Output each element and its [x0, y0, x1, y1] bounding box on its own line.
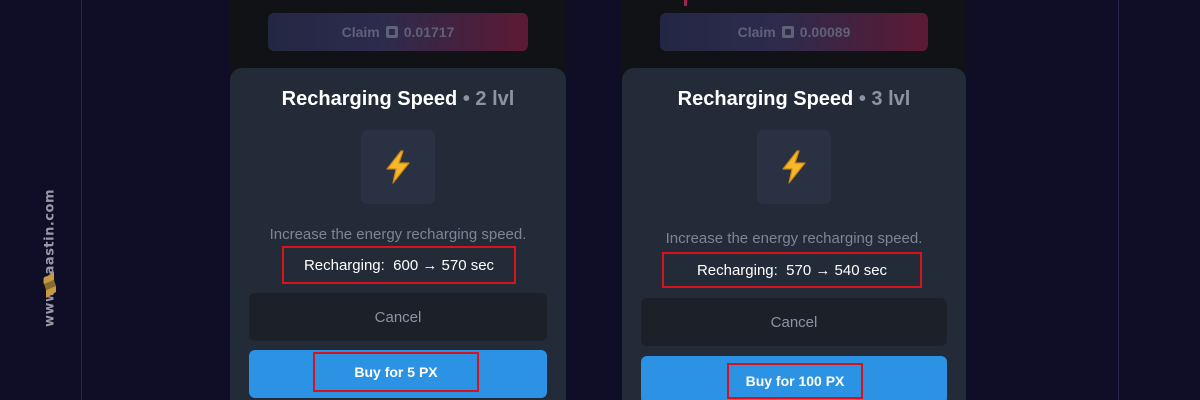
upgrade-name: Recharging Speed	[677, 88, 854, 110]
claim-amount: 0.00089	[799, 24, 851, 40]
coin-icon	[385, 26, 398, 38]
watermark: www.Raastin.com	[30, 120, 70, 327]
divider-line	[81, 0, 82, 400]
claim-amount: 0.01717	[403, 24, 455, 40]
decoration	[684, 0, 687, 6]
watermark-text: www.Raastin.com	[42, 189, 58, 327]
buy-button[interactable]: Buy for 100 PX	[641, 356, 947, 400]
buy-button-label: Buy for 100 PX	[727, 363, 863, 399]
claim-label: Claim	[341, 24, 380, 40]
coin-icon	[781, 26, 794, 38]
upgrade-description: Increase the energy recharging speed.	[269, 226, 527, 243]
cancel-button[interactable]: Cancel	[641, 298, 947, 346]
claim-label: Claim	[737, 24, 776, 40]
lightning-bolt-icon	[386, 150, 410, 184]
cancel-button[interactable]: Cancel	[249, 293, 547, 341]
recharging-value-highlight: Recharging: 570 → 540 sec	[662, 252, 922, 288]
upgrade-sheet: Recharging Speed • 3 lvl Increase the en…	[622, 68, 966, 400]
upgrade-sheet: Recharging Speed • 2 lvl Increase the en…	[230, 68, 566, 400]
divider-line	[1118, 0, 1119, 400]
claim-button[interactable]: Claim 0.00089	[660, 13, 928, 51]
upgrade-level: • 2 lvl	[457, 88, 515, 110]
sheet-title: Recharging Speed • 3 lvl	[622, 88, 966, 111]
phone-screen-left: Claim 0.01717 Recharging Speed • 2 lvl I…	[230, 0, 566, 400]
phone-screen-right: Claim 0.00089 Recharging Speed • 3 lvl I…	[622, 0, 966, 400]
raastin-logo-icon	[44, 272, 56, 298]
buy-button[interactable]: Buy for 5 PX	[249, 350, 547, 398]
recharging-value-highlight: Recharging: 600 → 570 sec	[282, 246, 516, 284]
claim-button[interactable]: Claim 0.01717	[268, 13, 528, 51]
upgrade-name: Recharging Speed	[281, 88, 458, 110]
buy-button-label: Buy for 5 PX	[313, 352, 479, 392]
lightning-bolt-icon	[782, 150, 806, 184]
upgrade-icon-box	[361, 130, 435, 204]
upgrade-level: • 3 lvl	[853, 88, 911, 110]
upgrade-description: Increase the energy recharging speed.	[665, 230, 923, 247]
upgrade-icon-box	[757, 130, 831, 204]
sheet-title: Recharging Speed • 2 lvl	[230, 88, 566, 111]
